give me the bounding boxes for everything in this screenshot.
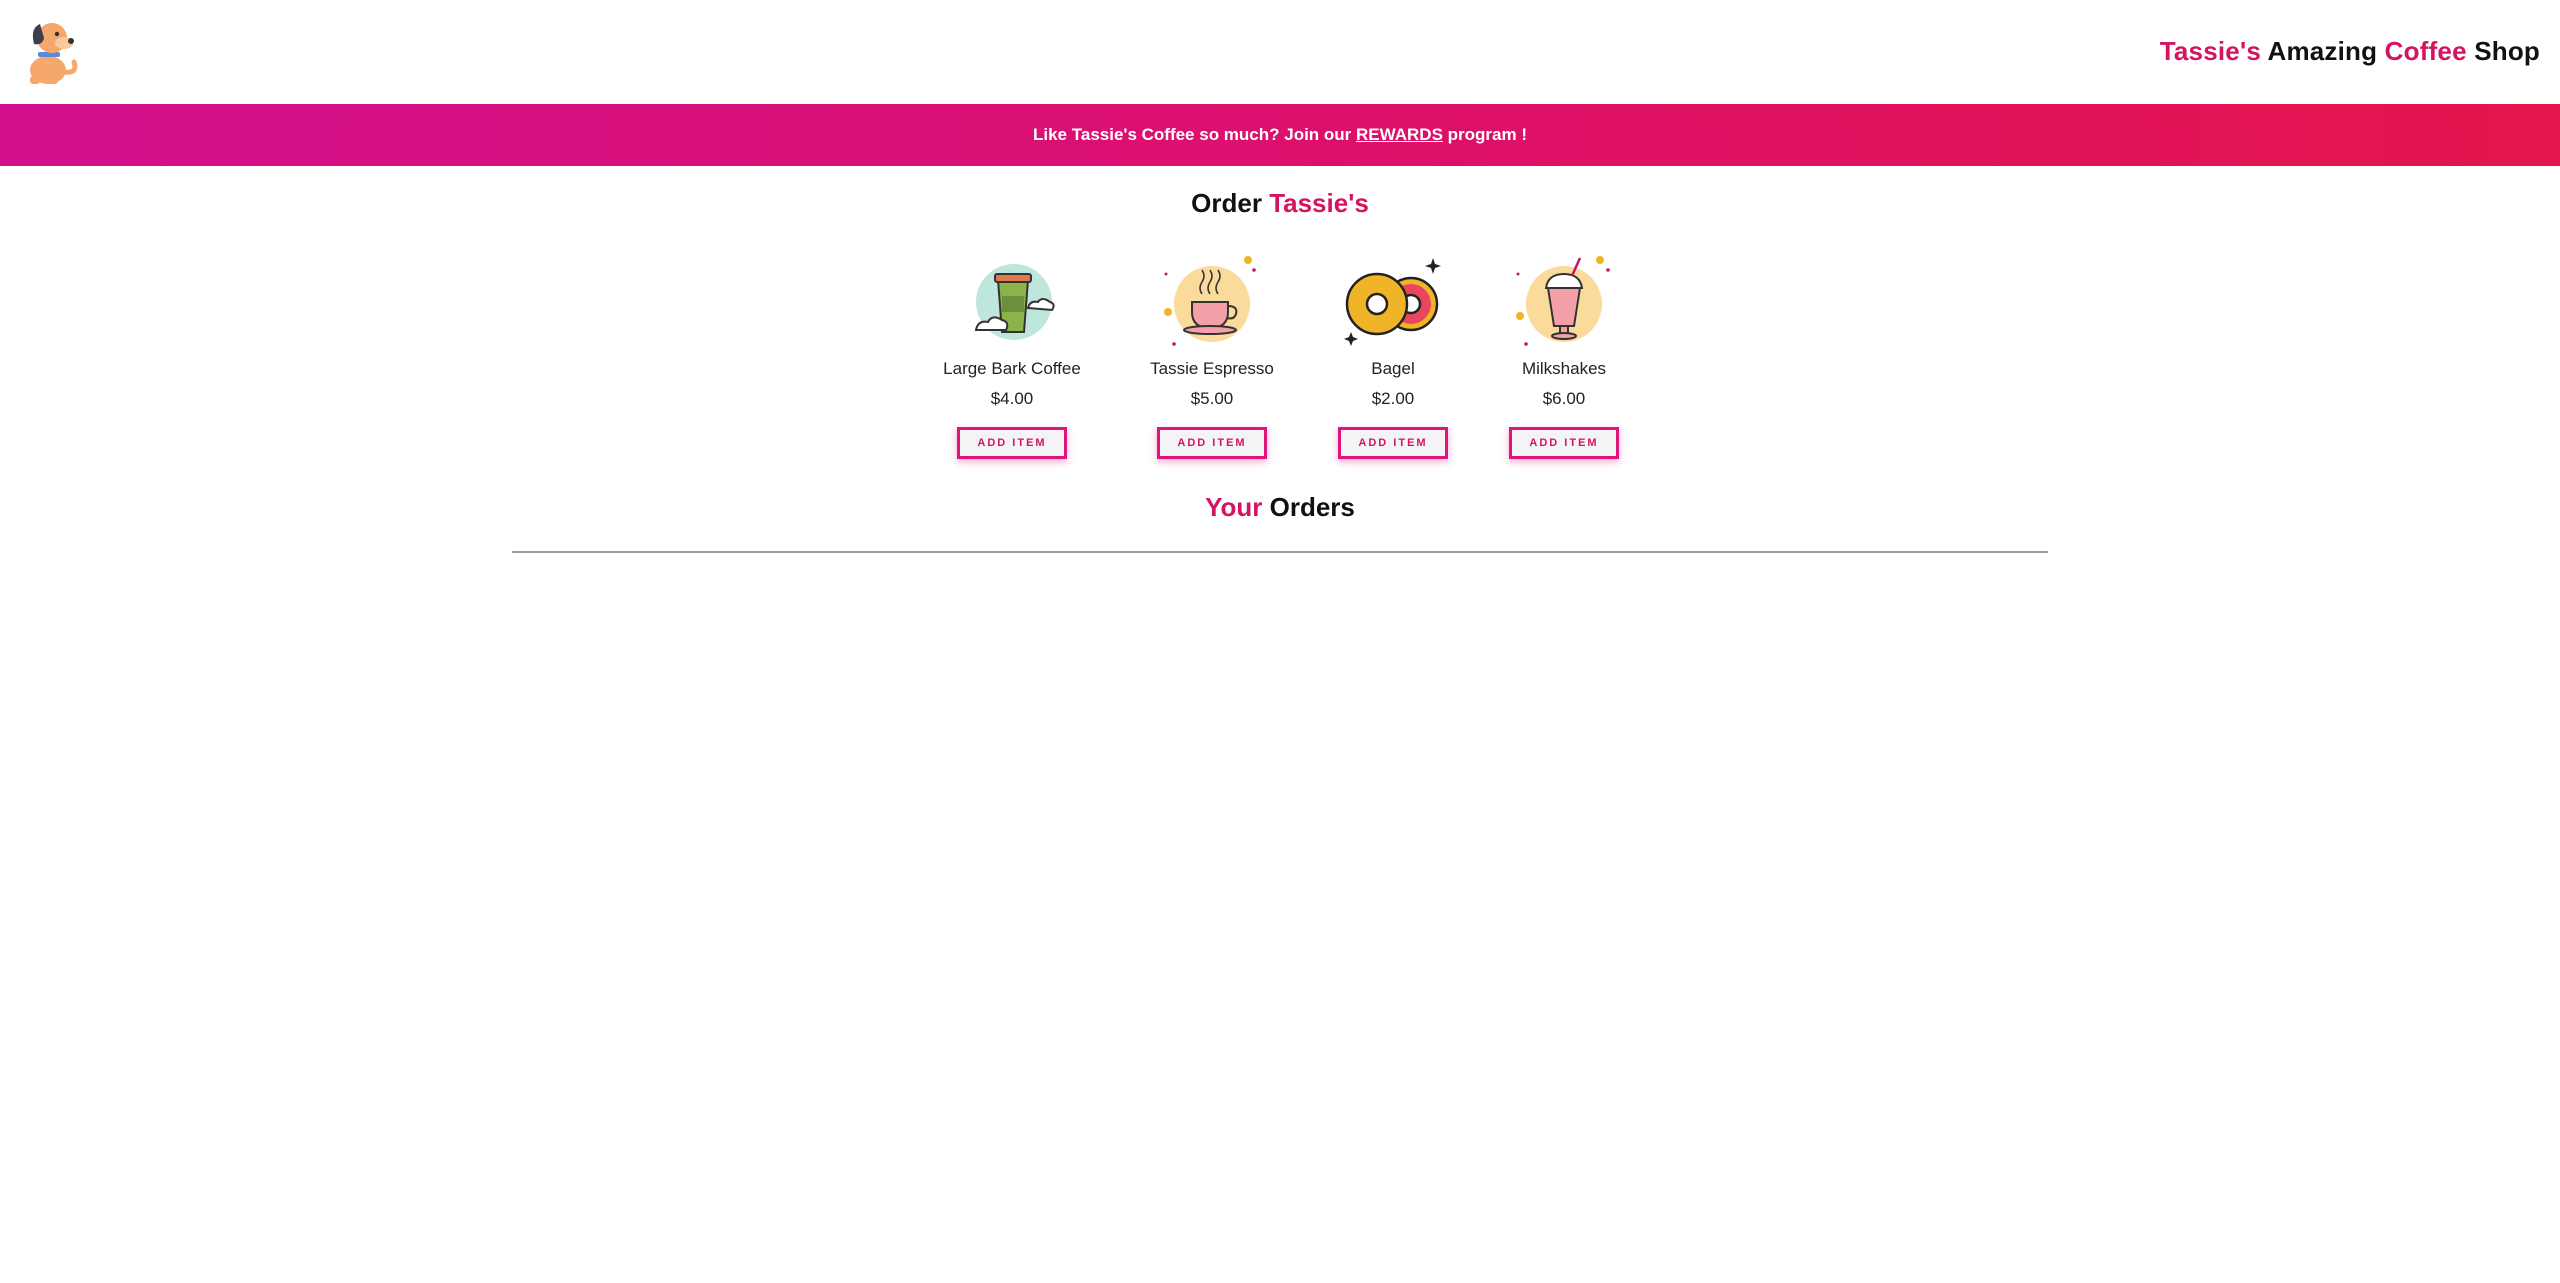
product-card: Milkshakes $6.00 ADD ITEM xyxy=(1474,252,1654,459)
product-name: Milkshakes xyxy=(1521,359,1607,378)
rewards-banner: Like Tassie's Coffee so much? Join our R… xyxy=(0,104,2560,166)
banner-text-suffix: program ! xyxy=(1442,125,1527,144)
order-title-word: Order xyxy=(1191,188,1262,218)
product-name: Tassie Espresso xyxy=(1150,359,1274,378)
product-price: $5.00 xyxy=(1190,389,1234,408)
brand-word-amazing: Amazing xyxy=(2267,36,2378,66)
product-name: Large Bark Coffee xyxy=(943,359,1081,378)
brand-word-shop: Shop xyxy=(2474,36,2540,66)
order-title-brand: Tassie's xyxy=(1269,188,1369,218)
dog-logo-icon[interactable] xyxy=(18,16,86,86)
product-price: $4.00 xyxy=(990,389,1034,408)
add-item-button[interactable]: ADD ITEM xyxy=(1157,427,1267,459)
brand-title: Tassie's Amazing Coffee Shop xyxy=(2160,36,2540,67)
orders-divider xyxy=(512,551,2048,553)
coffee-cup-icon xyxy=(974,264,1055,340)
orders-section-title: Your Orders xyxy=(0,492,2560,526)
product-card: Bagel $2.00 ADD ITEM xyxy=(1303,252,1483,459)
add-item-button[interactable]: ADD ITEM xyxy=(1509,427,1619,459)
milkshake-icon xyxy=(1516,256,1610,346)
product-price: $6.00 xyxy=(1542,389,1586,408)
rewards-link[interactable]: REWARDS xyxy=(1356,125,1443,144)
banner-text-prefix: Like Tassie's Coffee so much? Join our xyxy=(1033,125,1357,144)
product-list: Large Bark Coffee $4.00 ADD ITEM Tassie … xyxy=(0,252,2560,482)
product-card: Large Bark Coffee $4.00 ADD ITEM xyxy=(922,252,1102,459)
brand-word-tassies: Tassie's xyxy=(2159,36,2261,66)
orders-title-word: Orders xyxy=(1269,492,1355,522)
product-card: Tassie Espresso $5.00 ADD ITEM xyxy=(1122,252,1302,459)
add-item-button[interactable]: ADD ITEM xyxy=(957,427,1067,459)
orders-title-your: Your xyxy=(1205,492,1263,522)
order-section-title: Order Tassie's xyxy=(0,188,2560,222)
add-item-button[interactable]: ADD ITEM xyxy=(1338,427,1448,459)
bagel-icon xyxy=(1344,258,1441,346)
product-price: $2.00 xyxy=(1371,389,1415,408)
product-name: Bagel xyxy=(1371,359,1415,378)
brand-word-coffee: Coffee xyxy=(2384,36,2467,66)
header: Tassie's Amazing Coffee Shop xyxy=(0,0,2560,104)
espresso-cup-icon xyxy=(1164,256,1256,346)
